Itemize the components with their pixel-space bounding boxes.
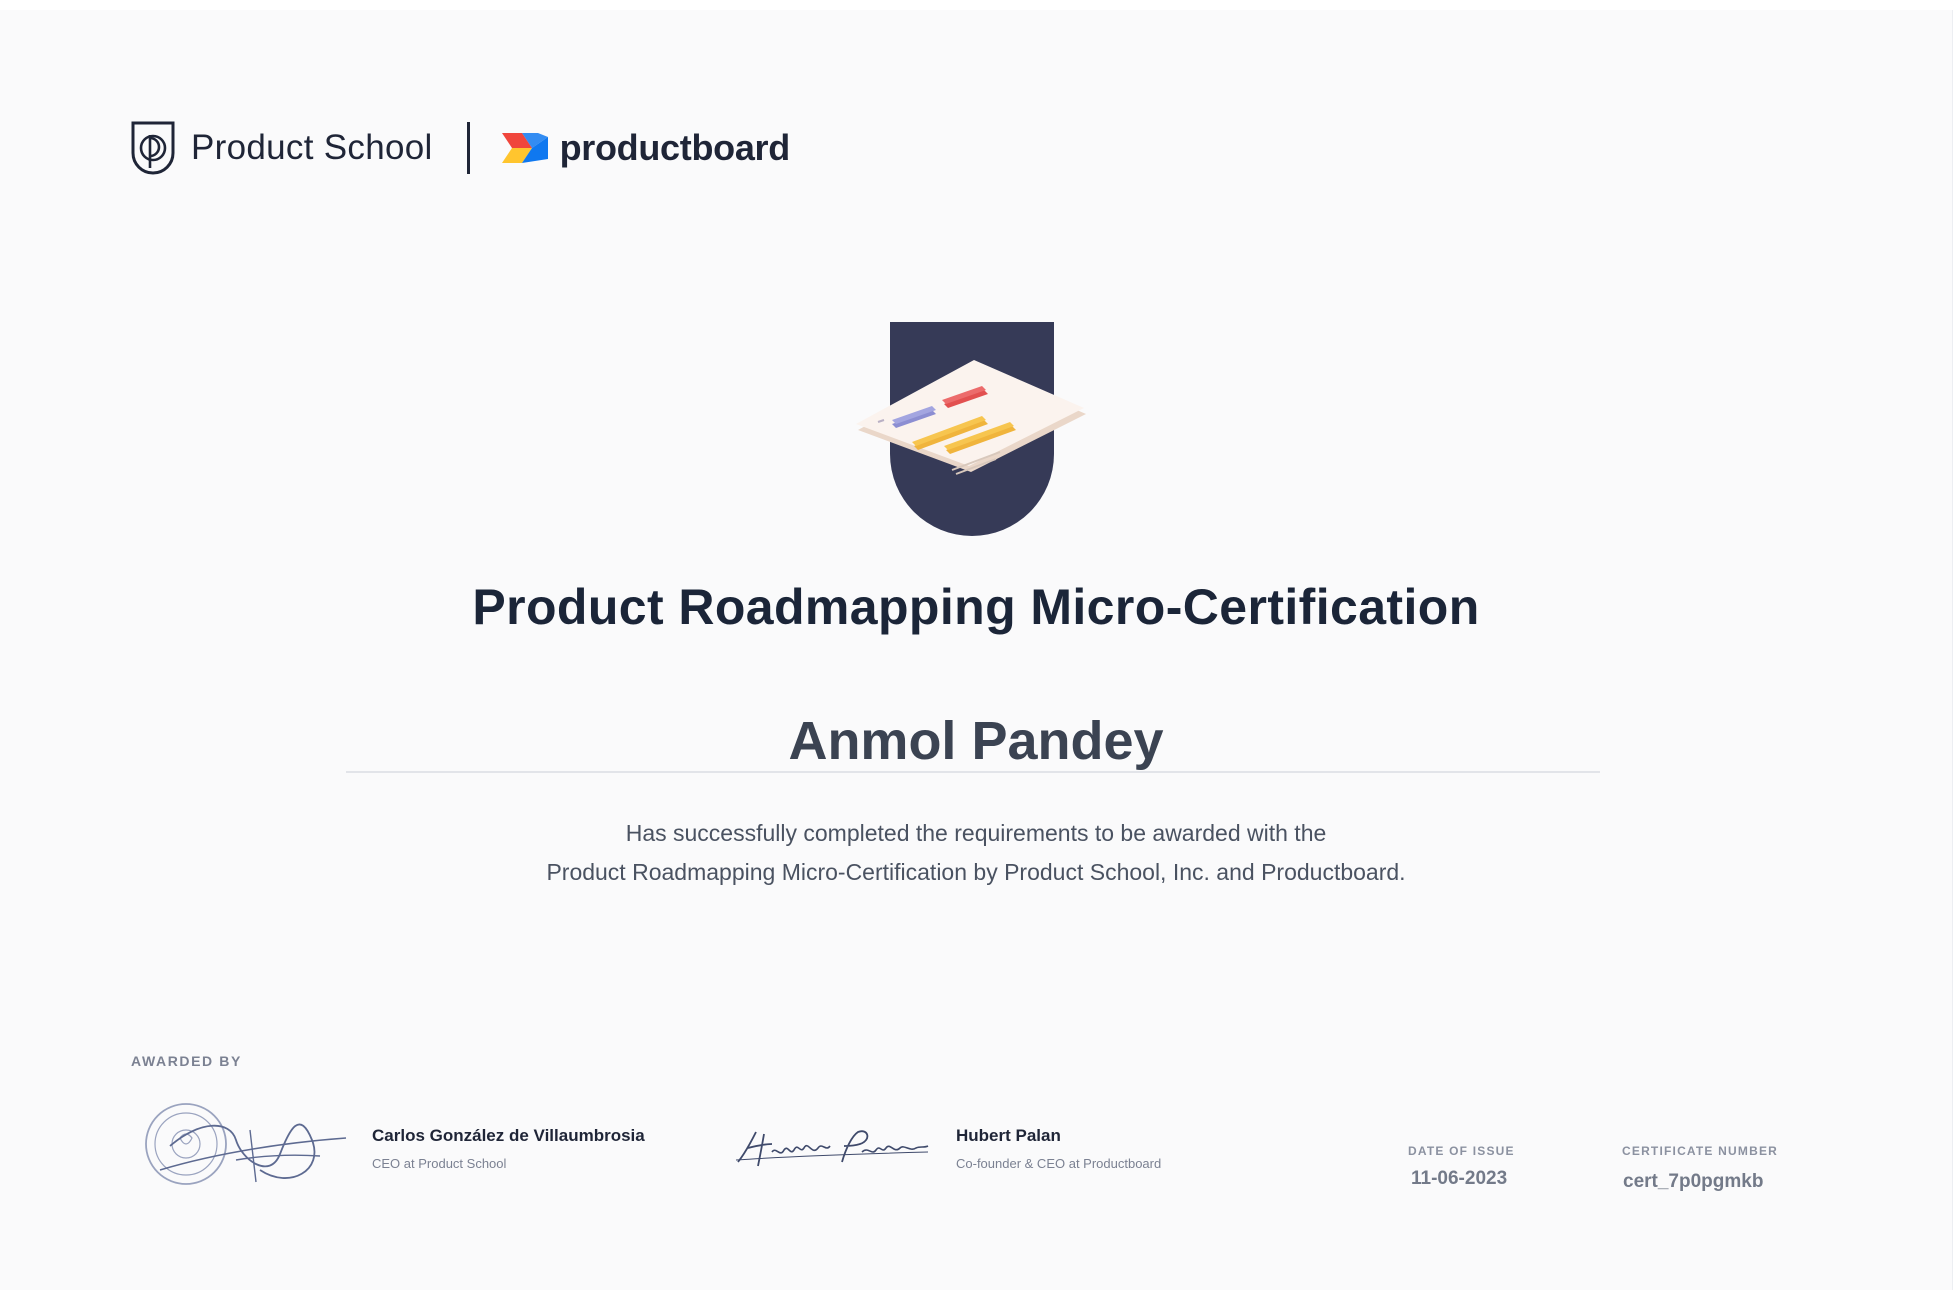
- signer-role-hubert: Co-founder & CEO at Productboard: [956, 1156, 1162, 1171]
- signer-role-carlos: CEO at Product School: [372, 1156, 507, 1171]
- logo-divider: [466, 122, 470, 174]
- signer-name-hubert: Hubert Palan: [956, 1126, 1061, 1145]
- certificate-title: Product Roadmapping Micro-Certification: [472, 579, 1480, 635]
- certificate-number-value: cert_7p0pgmkb: [1623, 1171, 1764, 1192]
- description-line-1: Has successfully completed the requireme…: [625, 820, 1327, 846]
- recipient-underline: [346, 771, 1600, 773]
- signer-name-carlos: Carlos González de Villaumbrosia: [372, 1126, 645, 1145]
- certificate-number-label: CERTIFICATE NUMBER: [1622, 1144, 1779, 1158]
- description-line-2: Product Roadmapping Micro-Certification …: [546, 859, 1406, 885]
- logo-bar: Product School productboard: [130, 118, 790, 178]
- certificate-description: Has successfully completed the requireme…: [0, 814, 1952, 892]
- productboard-logo: productboard: [501, 127, 791, 169]
- productboard-wordmark: productboard: [559, 127, 791, 168]
- awarded-by-label: AWARDED BY: [131, 1053, 242, 1069]
- signature-seal-icon: [145, 1103, 347, 1185]
- productboard-mark-icon: [501, 133, 548, 163]
- product-school-wordmark: Product School: [191, 128, 433, 167]
- certificate: Product School productboard Product Road…: [0, 10, 1953, 1290]
- product-school-logo: Product School: [130, 120, 433, 176]
- page: Product School productboard Product Road…: [0, 0, 1956, 1294]
- date-of-issue-label: DATE OF ISSUE: [1408, 1144, 1515, 1158]
- product-school-shield-icon: [131, 121, 175, 175]
- hubert-signature-image: [735, 1130, 929, 1167]
- recipient-name: Anmol Pandey: [788, 711, 1164, 771]
- date-of-issue-value: 11-06-2023: [1411, 1168, 1508, 1189]
- roadmap-badge-icon: [856, 322, 1086, 536]
